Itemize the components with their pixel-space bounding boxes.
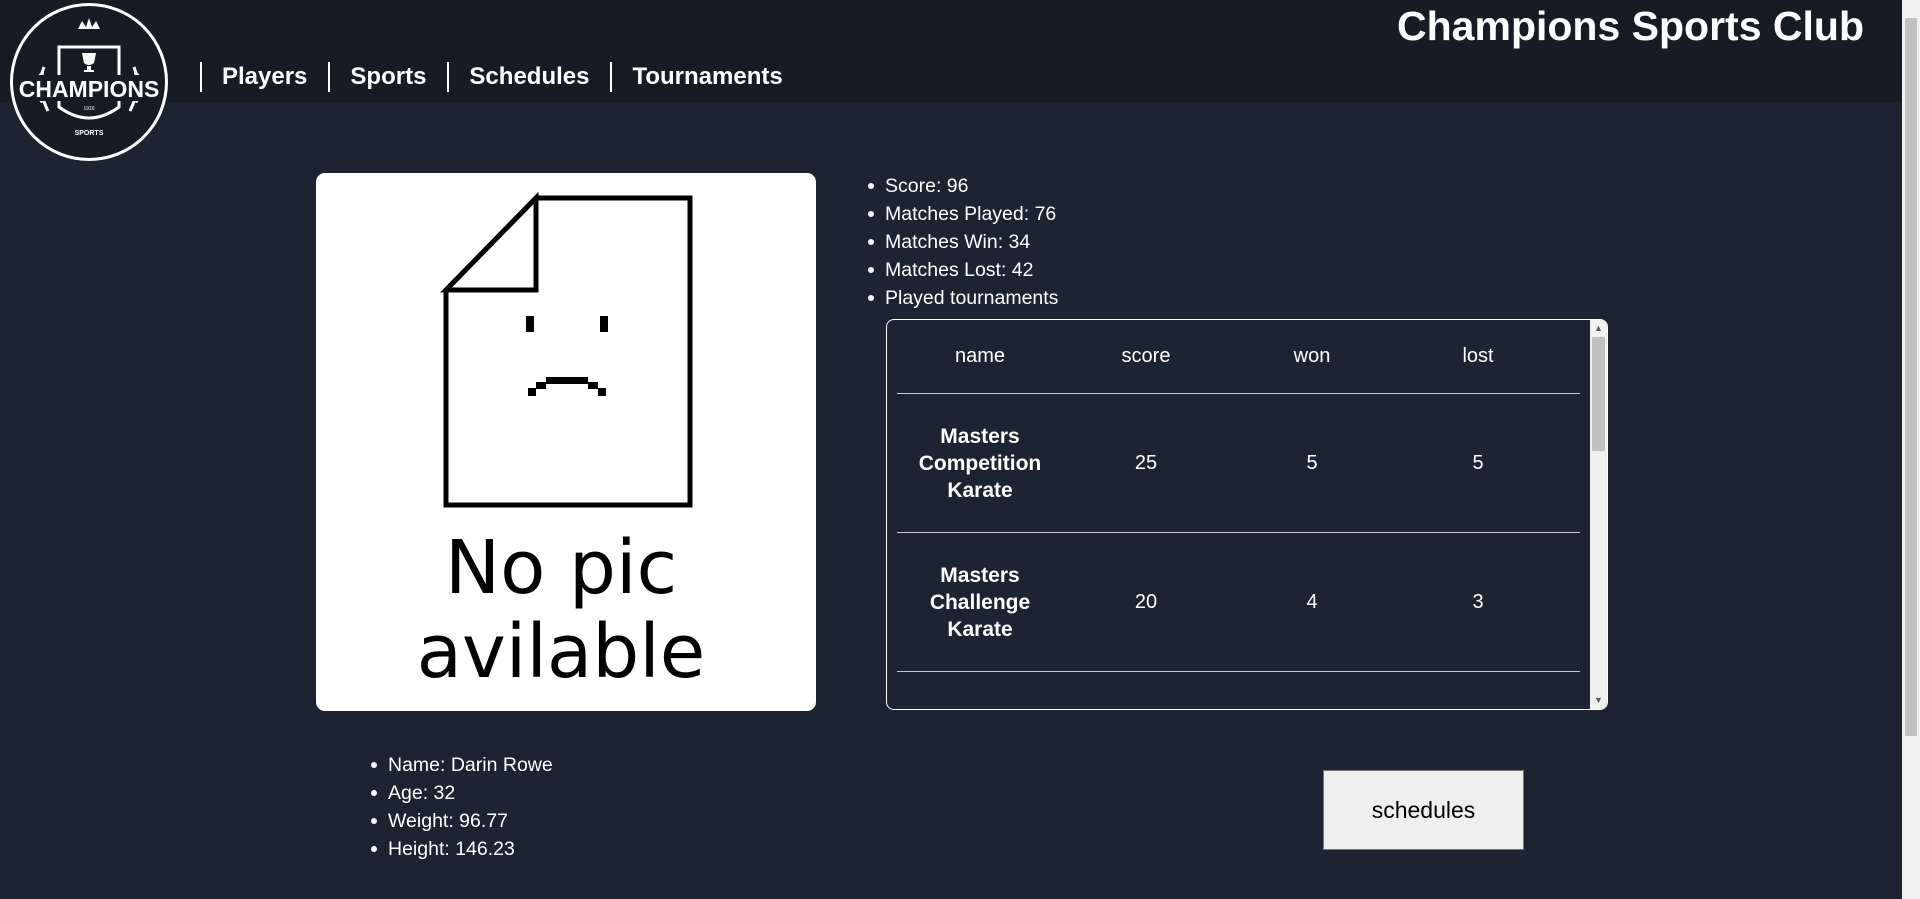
cell-name: Masters Challenge Karate (929, 563, 1031, 641)
header-lost: lost (1462, 345, 1494, 367)
header-score: score (1121, 345, 1171, 367)
table-scrollbar[interactable]: ▲ ▼ (1590, 320, 1607, 709)
table-row: Masters Challenge Karate 20 4 3 (897, 533, 1580, 672)
nav-tournaments[interactable]: Tournaments (610, 62, 803, 92)
nav-schedules[interactable]: Schedules (447, 62, 610, 92)
cell-won: 4 (1306, 590, 1318, 613)
nav-sports[interactable]: Sports (328, 62, 447, 92)
logo-text: CHAMPIONS (19, 76, 160, 102)
table-row: Masters Competition Karate 25 5 5 (897, 394, 1580, 533)
stat-matches-lost: Matches Lost: 42 (867, 256, 1058, 284)
no-pic-line1: No pic (445, 525, 677, 611)
table-header-row: name score won lost (897, 320, 1580, 394)
info-height: Height: 146.23 (371, 835, 553, 863)
page-scrollbar[interactable] (1902, 0, 1920, 899)
nav-players[interactable]: Players (200, 62, 328, 92)
cell-won: 5 (1306, 451, 1318, 474)
page-scroll-thumb[interactable] (1905, 18, 1917, 736)
site-title: Champions Sports Club (1397, 3, 1864, 49)
cell-lost: 5 (1472, 451, 1484, 474)
cell-score: 20 (1134, 590, 1158, 613)
site-header: Champions Sports Club Players Sports Sch… (0, 0, 1902, 102)
tournaments-table-container[interactable]: name score won lost Masters Competition … (886, 319, 1608, 710)
scroll-down-icon[interactable]: ▼ (1590, 692, 1607, 709)
cell-name: Masters Competition Karate (918, 424, 1042, 502)
champions-logo[interactable]: CHAMPIONS 1916 SPORTS (10, 3, 168, 161)
stat-matches-win: Matches Win: 34 (867, 228, 1058, 256)
cell-lost: 3 (1472, 590, 1484, 613)
main-nav: Players Sports Schedules Tournaments (200, 62, 804, 92)
no-pic-line2: avilable (417, 609, 706, 695)
player-picture: No pic avilable (316, 173, 816, 711)
stat-score: Score: 96 (867, 172, 1058, 200)
logo-year: 1916 (83, 106, 94, 112)
header-won: won (1293, 345, 1331, 367)
table-scroll-thumb[interactable] (1592, 337, 1605, 451)
sad-document-icon: No pic avilable (417, 191, 706, 695)
player-info-list: Name: Darin Rowe Age: 32 Weight: 96.77 H… (371, 751, 553, 863)
cell-score: 25 (1134, 451, 1158, 474)
schedules-button[interactable]: schedules (1323, 770, 1524, 850)
info-name: Name: Darin Rowe (371, 751, 553, 779)
stat-played-tournaments: Played tournaments (867, 284, 1058, 312)
stat-matches-played: Matches Played: 76 (867, 200, 1058, 228)
logo-sub: SPORTS (75, 130, 104, 137)
info-weight: Weight: 96.77 (371, 807, 553, 835)
player-stats-list: Score: 96 Matches Played: 76 Matches Win… (867, 172, 1058, 312)
scroll-up-icon[interactable]: ▲ (1590, 320, 1607, 337)
header-name: name (954, 345, 1006, 367)
logo-emblem-icon: CHAMPIONS 1916 SPORTS (19, 18, 160, 137)
tournaments-table: name score won lost Masters Competition … (897, 320, 1580, 672)
info-age: Age: 32 (371, 779, 553, 807)
